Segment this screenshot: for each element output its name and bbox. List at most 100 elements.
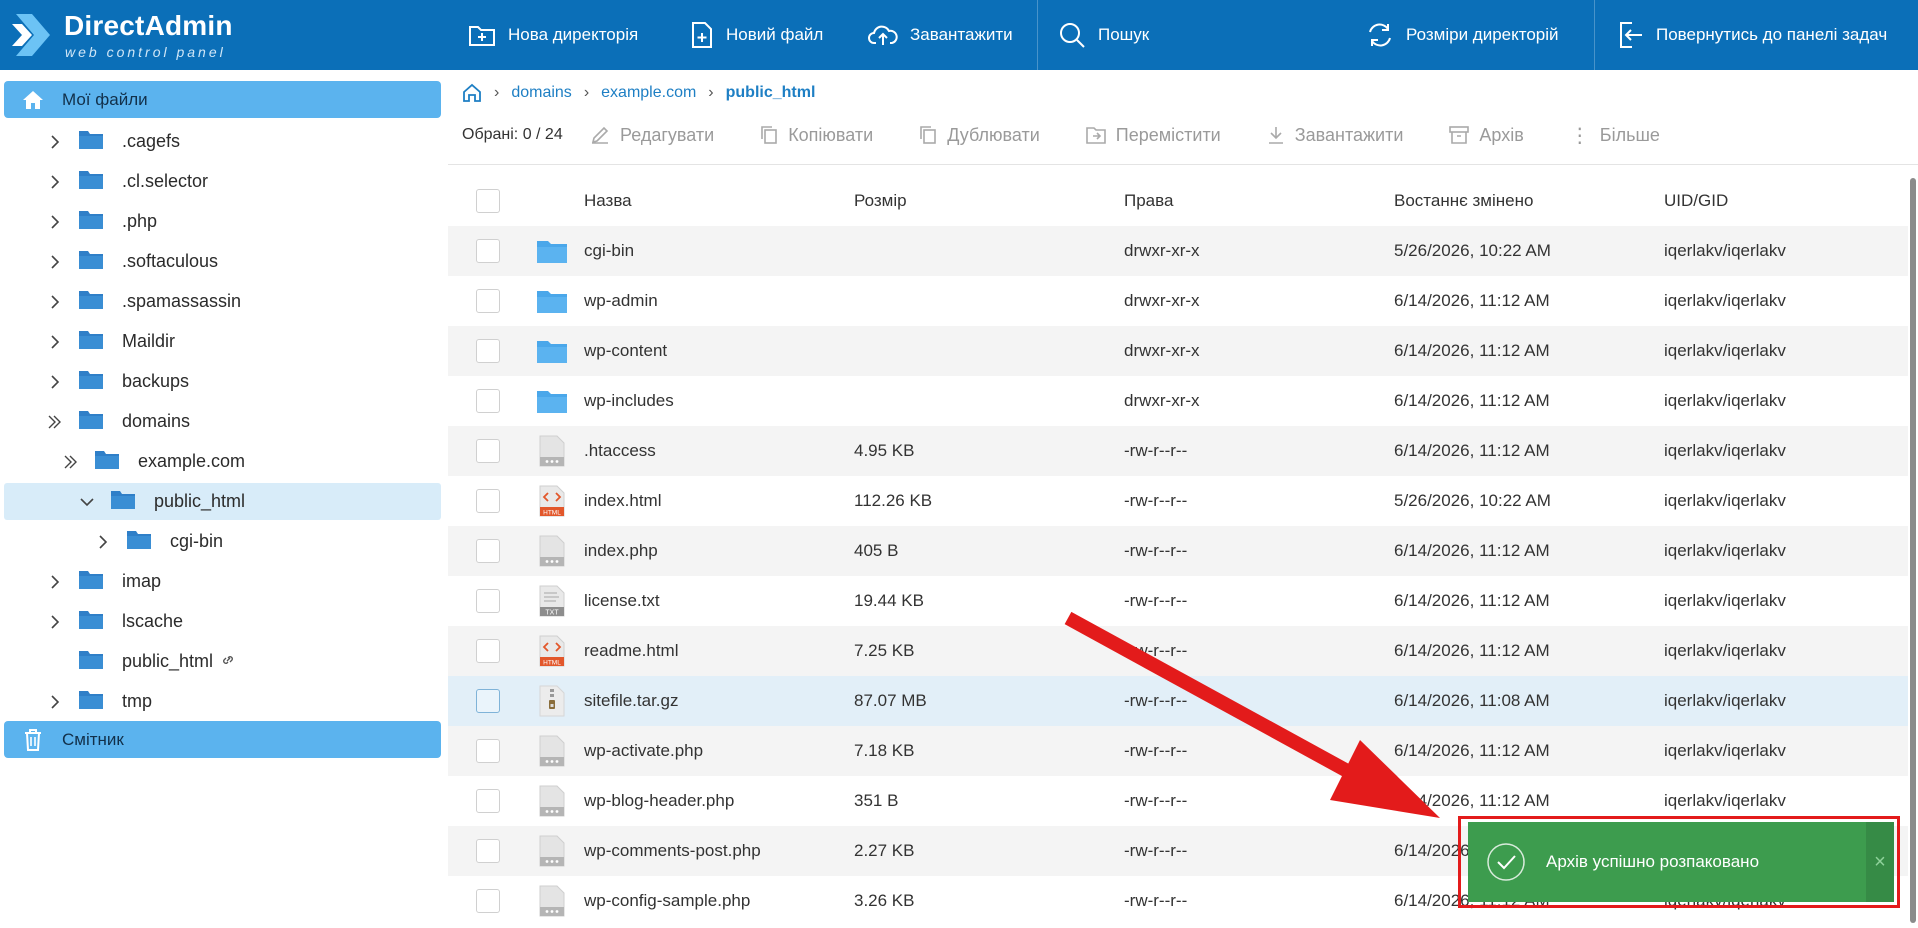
sidebar-tree-item[interactable]: example.com [4, 443, 441, 480]
table-row[interactable]: wp-includes drwxr-xr-x 6/14/2026, 11:12 AM… [448, 376, 1908, 426]
row-checkbox[interactable] [476, 739, 500, 763]
chevron-right-icon[interactable] [44, 371, 66, 393]
more-button[interactable]: ⋮ Більше [1570, 123, 1660, 148]
header-size[interactable]: Розмір [854, 191, 1124, 211]
archive-button[interactable]: Архів [1449, 125, 1524, 146]
file-permissions[interactable]: -rw-r--r-- [1124, 741, 1394, 761]
file-permissions[interactable]: -rw-r--r-- [1124, 791, 1394, 811]
row-checkbox[interactable] [476, 889, 500, 913]
directory-sizes-button[interactable]: Розміри директорій [1366, 0, 1559, 70]
file-name[interactable]: index.html [584, 491, 854, 511]
sidebar-tree-item[interactable]: Maildir [4, 323, 441, 360]
row-checkbox[interactable] [476, 839, 500, 863]
row-checkbox[interactable] [476, 489, 500, 513]
sidebar-tree-item[interactable]: .php [4, 203, 441, 240]
file-name[interactable]: sitefile.tar.gz [584, 691, 854, 711]
sidebar-tree-item[interactable]: domains [4, 403, 441, 440]
chevron-right-icon[interactable] [44, 571, 66, 593]
table-row[interactable]: index.php 405 B -rw-r--r-- 6/14/2026, 11:12… [448, 526, 1908, 576]
new-directory-button[interactable]: Нова директорія [468, 0, 638, 70]
sidebar-tree-item[interactable]: lscache [4, 603, 441, 640]
select-all-checkbox[interactable] [476, 189, 500, 213]
download-button[interactable]: Завантажити [1267, 125, 1403, 146]
file-permissions[interactable]: -rw-r--r-- [1124, 541, 1394, 561]
header-permissions[interactable]: Права [1124, 191, 1394, 211]
file-name[interactable]: wp-content [584, 341, 854, 361]
file-permissions[interactable]: -rw-r--r-- [1124, 441, 1394, 461]
file-name[interactable]: wp-admin [584, 291, 854, 311]
upload-button[interactable]: Завантажити [868, 0, 1013, 70]
file-name[interactable]: wp-blog-header.php [584, 791, 854, 811]
sidebar-tree-item[interactable]: cgi-bin [4, 523, 441, 560]
chevron-down-icon[interactable] [76, 491, 98, 513]
duplicate-button[interactable]: Дублювати [919, 125, 1040, 146]
toast-close-button[interactable]: × [1866, 822, 1894, 902]
row-checkbox[interactable] [476, 339, 500, 363]
row-checkbox[interactable] [476, 289, 500, 313]
table-row[interactable]: HTML readme.html 7.25 KB -rw-r--r-- 6/14/202… [448, 626, 1908, 676]
file-permissions[interactable]: -rw-r--r-- [1124, 641, 1394, 661]
table-row[interactable]: wp-content drwxr-xr-x 6/14/2026, 11:12 AM i… [448, 326, 1908, 376]
table-row[interactable]: wp-activate.php 7.18 KB -rw-r--r-- 6/14/202… [448, 726, 1908, 776]
chevron-double-right-icon[interactable] [44, 411, 66, 433]
file-name[interactable]: wp-config-sample.php [584, 891, 854, 911]
chevron-right-icon[interactable] [44, 611, 66, 633]
file-name[interactable]: wp-comments-post.php [584, 841, 854, 861]
sidebar-tree-item[interactable]: tmp [4, 683, 441, 720]
file-name[interactable]: license.txt [584, 591, 854, 611]
file-permissions[interactable]: -rw-r--r-- [1124, 591, 1394, 611]
sidebar-tree-item[interactable]: public_html [4, 643, 441, 680]
file-permissions[interactable]: -rw-r--r-- [1124, 841, 1394, 861]
table-row[interactable]: cgi-bin drwxr-xr-x 5/26/2026, 10:22 AM iqer… [448, 226, 1908, 276]
file-permissions[interactable]: -rw-r--r-- [1124, 491, 1394, 511]
file-name[interactable]: wp-includes [584, 391, 854, 411]
chevron-right-icon[interactable] [44, 251, 66, 273]
file-permissions[interactable]: drwxr-xr-x [1124, 341, 1394, 361]
chevron-right-icon[interactable] [44, 331, 66, 353]
scrollbar[interactable] [1910, 178, 1916, 923]
table-row[interactable]: .htaccess 4.95 KB -rw-r--r-- 6/14/2026, 11:… [448, 426, 1908, 476]
sidebar-trash[interactable]: Смітник [4, 721, 441, 758]
row-checkbox[interactable] [476, 239, 500, 263]
sidebar-tree-item[interactable]: backups [4, 363, 441, 400]
file-name[interactable]: readme.html [584, 641, 854, 661]
table-row[interactable]: TXT license.txt 19.44 KB -rw-r--r-- 6/14/202… [448, 576, 1908, 626]
header-uid-gid[interactable]: UID/GID [1664, 191, 1894, 211]
chevron-right-icon[interactable] [44, 691, 66, 713]
table-row[interactable]: wp-admin drwxr-xr-x 6/14/2026, 11:12 AM iqe… [448, 276, 1908, 326]
row-checkbox[interactable] [476, 639, 500, 663]
sidebar-tree-item[interactable]: .cl.selector [4, 163, 441, 200]
logo[interactable]: DirectAdmin web control panel [10, 8, 240, 62]
header-name[interactable]: Назва [584, 191, 854, 211]
sidebar-tree-item[interactable]: .softaculous [4, 243, 441, 280]
back-to-dashboard-button[interactable]: Повернутись до панелі задач [1618, 0, 1887, 70]
row-checkbox[interactable] [476, 689, 500, 713]
chevron-right-icon[interactable] [44, 291, 66, 313]
sidebar-my-files[interactable]: Мої файли [4, 81, 441, 118]
row-checkbox[interactable] [476, 439, 500, 463]
edit-button[interactable]: Редагувати [590, 125, 714, 146]
file-permissions[interactable]: drwxr-xr-x [1124, 291, 1394, 311]
row-checkbox[interactable] [476, 539, 500, 563]
chevron-right-icon[interactable] [44, 171, 66, 193]
breadcrumb-example-com[interactable]: example.com [601, 84, 696, 102]
file-name[interactable]: .htaccess [584, 441, 854, 461]
chevron-double-right-icon[interactable] [60, 451, 82, 473]
sidebar-tree-item[interactable]: public_html [4, 483, 441, 520]
breadcrumb-domains[interactable]: domains [511, 84, 571, 102]
file-permissions[interactable]: drwxr-xr-x [1124, 391, 1394, 411]
file-permissions[interactable]: -rw-r--r-- [1124, 691, 1394, 711]
row-checkbox[interactable] [476, 389, 500, 413]
sidebar-tree-item[interactable]: imap [4, 563, 441, 600]
table-row[interactable]: sitefile.tar.gz 87.07 MB -rw-r--r-- 6/14/20… [448, 676, 1908, 726]
file-name[interactable]: cgi-bin [584, 241, 854, 261]
row-checkbox[interactable] [476, 789, 500, 813]
new-file-button[interactable]: Новий файл [690, 0, 823, 70]
file-permissions[interactable]: -rw-r--r-- [1124, 891, 1394, 911]
copy-button[interactable]: Копіювати [760, 125, 873, 146]
file-permissions[interactable]: drwxr-xr-x [1124, 241, 1394, 261]
home-icon[interactable] [462, 83, 482, 103]
sidebar-tree-item[interactable]: .cagefs [4, 123, 441, 160]
file-name[interactable]: index.php [584, 541, 854, 561]
move-button[interactable]: Перемістити [1085, 125, 1221, 146]
